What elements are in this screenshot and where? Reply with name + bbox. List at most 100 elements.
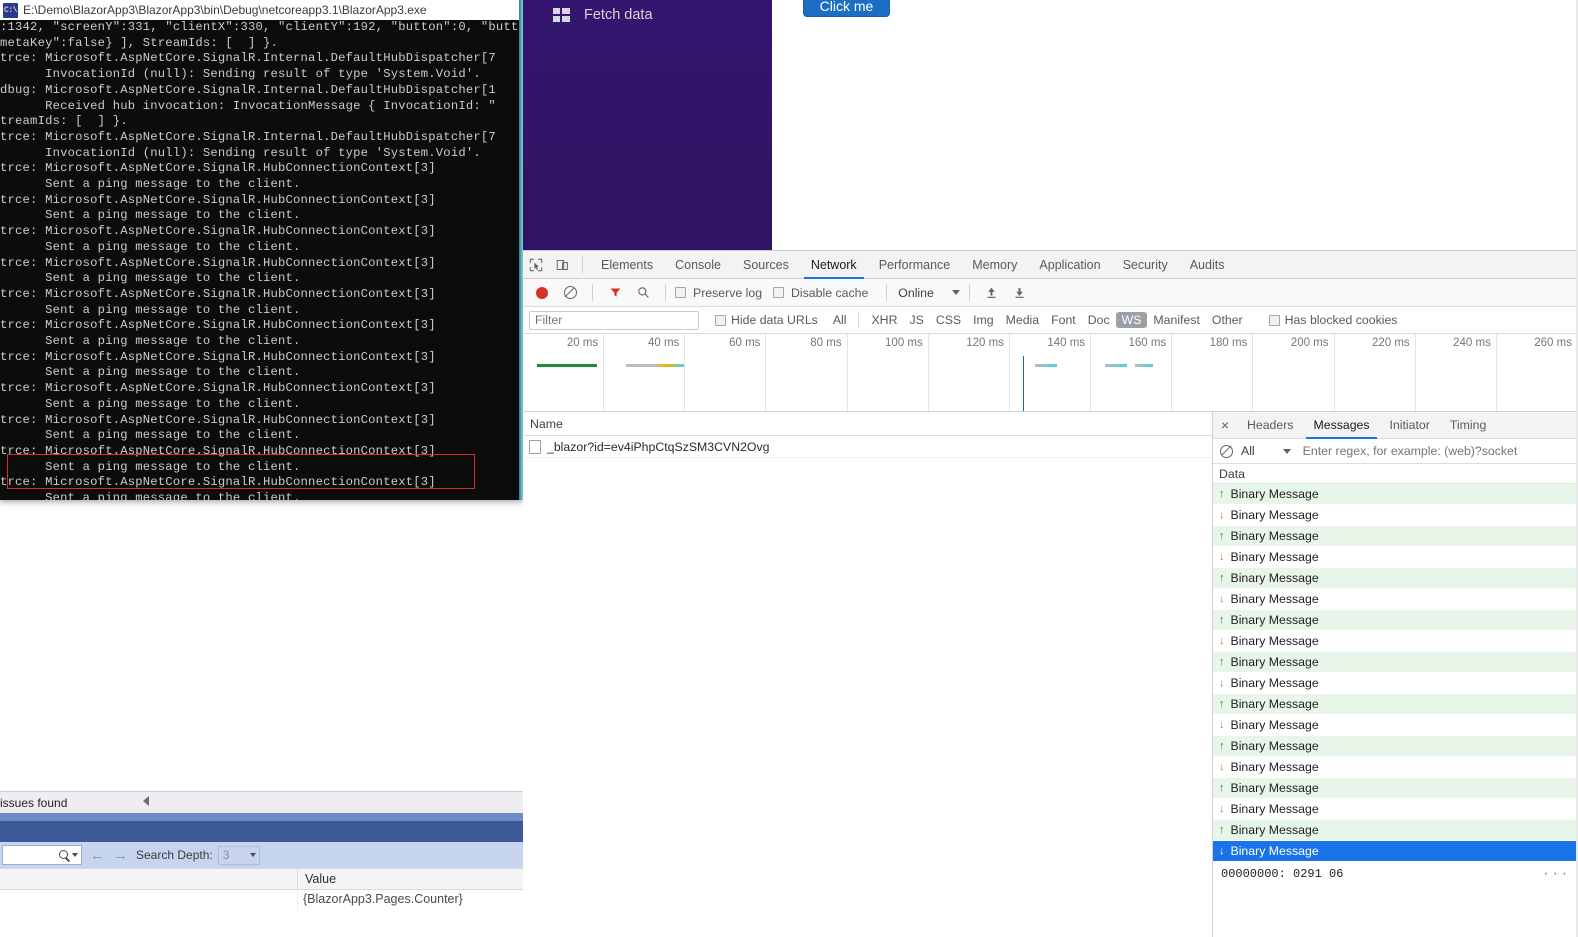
device-toolbar-icon — [556, 259, 568, 270]
arrow-down-icon: ↓ — [1219, 844, 1225, 857]
list-item[interactable]: ↓ Binary Message — [1213, 631, 1578, 652]
tab-security[interactable]: Security — [1112, 251, 1179, 279]
arrow-up-icon: ↑ — [1219, 487, 1225, 500]
message-label: Binary Message — [1230, 802, 1319, 816]
chevron-down-icon — [249, 853, 256, 857]
issues-status-bar: issues found — [0, 791, 523, 813]
list-item[interactable]: ↑ Binary Message — [1213, 568, 1578, 589]
filter-chip-xhr[interactable]: XHR — [865, 312, 903, 328]
list-item[interactable]: ↑ Binary Message — [1213, 820, 1578, 841]
search-prev-button[interactable]: ← — [90, 847, 105, 864]
chevron-down-icon[interactable] — [1282, 448, 1291, 454]
filter-chip-img[interactable]: Img — [967, 312, 1000, 328]
watch-table-row[interactable]: {BlazorApp3.Pages.Counter} — [0, 890, 523, 911]
tab-memory[interactable]: Memory — [961, 251, 1028, 279]
timeline-tick: 240 ms — [1416, 334, 1497, 411]
network-filter-input[interactable] — [529, 310, 699, 330]
network-overview-timeline[interactable]: 20 ms 40 ms 60 ms 80 ms 100 ms 120 ms 140 ms 16… — [523, 334, 1578, 412]
detail-tab-initiator[interactable]: Initiator — [1380, 412, 1440, 439]
search-next-button[interactable]: → — [113, 847, 128, 864]
export-har-button[interactable] — [1007, 280, 1033, 306]
filter-chip-other[interactable]: Other — [1206, 312, 1249, 328]
list-item[interactable]: ↓ Binary Message — [1213, 589, 1578, 610]
chevron-down-icon[interactable] — [72, 853, 78, 857]
tab-performance[interactable]: Performance — [868, 251, 962, 279]
throttling-select[interactable]: Online — [898, 286, 960, 300]
console-line: trce: Microsoft.AspNetCore.SignalR.HubCo… — [0, 475, 436, 490]
clear-messages-icon[interactable] — [1220, 444, 1233, 458]
search-icon — [59, 849, 70, 861]
search-button[interactable] — [630, 280, 656, 306]
timeline-tick-label: 180 ms — [1209, 337, 1248, 349]
messages-column-header[interactable]: Data — [1213, 464, 1578, 484]
timeline-tick-label: 260 ms — [1534, 337, 1572, 349]
console-line: trce: Microsoft.AspNetCore.SignalR.HubCo… — [0, 318, 436, 333]
list-item[interactable]: ↓ Binary Message — [1213, 799, 1578, 820]
record-button[interactable] — [529, 280, 555, 306]
console-titlebar[interactable]: C:\ E:\Demo\BlazorApp3\BlazorApp3\bin\De… — [0, 0, 523, 20]
sidebar-item-fetch-data[interactable]: Fetch data — [523, 0, 772, 30]
messages-regex-input[interactable] — [1300, 443, 1574, 459]
disable-cache-checkbox[interactable] — [773, 287, 785, 298]
list-item[interactable]: ↓ Binary Message — [1213, 757, 1578, 778]
list-item[interactable]: ↑ Binary Message — [1213, 736, 1578, 757]
list-item[interactable]: ↓ Binary Message — [1213, 715, 1578, 736]
tab-application[interactable]: Application — [1028, 251, 1111, 279]
list-item[interactable]: ↓ Binary Message — [1213, 505, 1578, 526]
detail-tab-messages[interactable]: Messages — [1303, 412, 1379, 439]
filter-chip-doc[interactable]: Doc — [1082, 312, 1116, 328]
console-line: trce: Microsoft.AspNetCore.SignalR.HubCo… — [0, 443, 436, 458]
close-detail-button[interactable]: × — [1213, 412, 1237, 439]
click-me-button[interactable]: Click me — [803, 0, 890, 17]
list-item[interactable]: ↑ Binary Message — [1213, 484, 1578, 505]
list-item[interactable]: ↓ Binary Message — [1213, 673, 1578, 694]
funnel-icon — [610, 288, 620, 297]
import-har-button[interactable] — [979, 280, 1005, 306]
clear-icon — [563, 286, 577, 299]
clear-button[interactable] — [557, 280, 583, 306]
watch-search-input[interactable] — [2, 845, 82, 865]
hide-data-urls-checkbox[interactable] — [715, 314, 726, 326]
list-item[interactable]: ↓ Binary Message — [1213, 547, 1578, 568]
list-item[interactable]: ↑ Binary Message — [1213, 694, 1578, 715]
list-item[interactable]: ↑ Binary Message — [1213, 526, 1578, 547]
document-icon — [529, 439, 541, 454]
inspect-element-button[interactable] — [523, 252, 549, 278]
filter-chip-ws[interactable]: WS — [1115, 312, 1148, 328]
has-blocked-cookies-checkbox[interactable] — [1268, 314, 1280, 326]
tab-sources[interactable]: Sources — [732, 251, 800, 279]
list-item[interactable]: ↑ Binary Message — [1213, 778, 1578, 799]
console-output[interactable]: :1342, "screenY":331, "clientX":330, "cl… — [0, 20, 523, 500]
devtools-tabbar: Elements Console Sources Network Performance… — [523, 251, 1578, 279]
filter-chip-css[interactable]: CSS — [930, 312, 967, 328]
column-divider[interactable] — [297, 869, 298, 891]
arrow-up-icon: ↑ — [1219, 739, 1225, 752]
filter-chip-manifest[interactable]: Manifest — [1147, 312, 1205, 328]
filter-chip-font[interactable]: Font — [1045, 312, 1082, 328]
tab-audits[interactable]: Audits — [1179, 251, 1236, 279]
filter-chip-js[interactable]: JS — [903, 312, 929, 328]
list-item[interactable]: ↑ Binary Message — [1213, 610, 1578, 631]
detail-tab-timing[interactable]: Timing — [1440, 412, 1496, 439]
search-depth-select[interactable]: 3 — [217, 845, 260, 865]
tab-network[interactable]: Network — [800, 251, 868, 279]
timeline-tick-label: 80 ms — [810, 337, 842, 349]
filter-chip-all[interactable]: All — [827, 312, 853, 328]
preserve-log-checkbox[interactable] — [675, 287, 686, 298]
list-item[interactable]: ↑ Binary Message — [1213, 652, 1578, 673]
filter-chip-media[interactable]: Media — [1000, 312, 1046, 328]
list-item[interactable]: ↓ Binary Message — [1213, 841, 1578, 862]
filter-toggle-button[interactable] — [602, 280, 628, 306]
toggle-device-toolbar-button[interactable] — [549, 252, 575, 278]
detail-tab-headers[interactable]: Headers — [1237, 412, 1303, 439]
tab-console[interactable]: Console — [664, 251, 732, 279]
console-line: Sent a ping message to the client. — [0, 208, 301, 223]
tab-elements[interactable]: Elements — [590, 251, 664, 279]
hide-data-urls-label: Hide data URLs — [731, 313, 818, 327]
sidebar-item-label: Fetch data — [584, 7, 653, 23]
screen-root: issues found ← → Search Depth: 3 Value {… — [0, 0, 1578, 937]
table-row[interactable]: _blazor?id=ev4iPhpCtqSzSM3CVN2Ovg — [523, 436, 1212, 458]
collapse-caret-icon[interactable] — [143, 796, 149, 806]
requests-column-header[interactable]: Name — [523, 412, 1212, 436]
console-window: C:\ E:\Demo\BlazorApp3\BlazorApp3\bin\De… — [0, 0, 523, 500]
